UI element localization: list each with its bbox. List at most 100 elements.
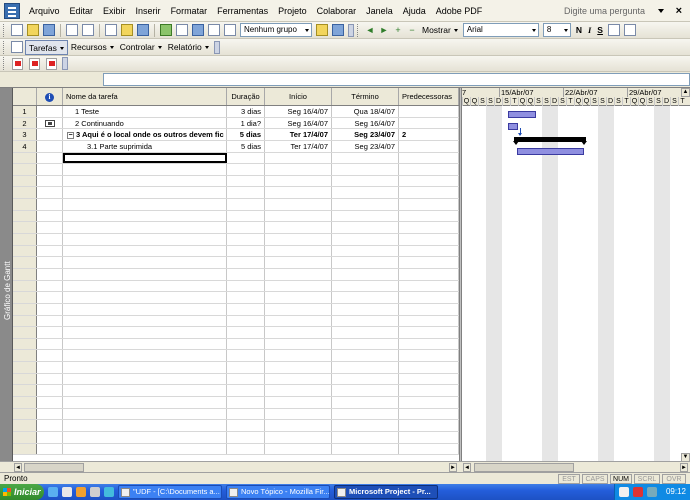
note-indicator-icon[interactable] <box>44 119 55 127</box>
empty-row[interactable] <box>13 245 459 258</box>
empty-cell[interactable] <box>227 175 265 187</box>
empty-row[interactable] <box>13 257 459 269</box>
empty-cell[interactable] <box>265 315 332 327</box>
toolbar-options-icon[interactable] <box>348 23 354 37</box>
empty-cell[interactable] <box>13 315 37 327</box>
start-cell[interactable]: Seg 16/4/07 <box>265 106 332 117</box>
split-task-icon[interactable] <box>192 24 204 36</box>
row-id[interactable]: 2 <box>13 117 37 129</box>
empty-cell[interactable] <box>13 210 37 222</box>
menu-editar[interactable]: Editar <box>65 0 99 22</box>
empty-cell[interactable] <box>332 257 399 268</box>
empty-cell[interactable] <box>37 210 63 222</box>
notes-icon[interactable] <box>224 24 236 36</box>
empty-cell[interactable] <box>227 268 265 280</box>
empty-cell[interactable] <box>63 338 227 350</box>
empty-cell[interactable] <box>13 350 37 362</box>
duration-cell[interactable]: 3 dias <box>227 106 265 117</box>
empty-cell[interactable] <box>13 338 37 350</box>
empty-cell[interactable] <box>37 292 63 303</box>
toolbar-grip[interactable] <box>357 23 360 37</box>
row-id[interactable]: 3 <box>13 129 37 140</box>
empty-cell[interactable] <box>63 385 227 397</box>
empty-cell[interactable] <box>265 397 332 408</box>
tray-icon[interactable] <box>633 487 643 497</box>
select-all-cell[interactable] <box>13 88 37 105</box>
empty-cell[interactable] <box>37 397 63 408</box>
task-bar-parte-suprimida[interactable] <box>517 148 584 155</box>
empty-cell[interactable] <box>63 187 227 199</box>
task-name-cell[interactable]: 2 Continuando <box>63 117 227 129</box>
duration-header[interactable]: Duração <box>227 88 265 105</box>
predecessors-cell[interactable]: 2 <box>399 129 459 140</box>
empty-cell[interactable] <box>399 385 459 397</box>
predecessors-cell[interactable] <box>399 140 459 152</box>
finish-header[interactable]: Término <box>332 88 399 105</box>
empty-cell[interactable] <box>37 373 63 385</box>
menu-inserir[interactable]: Inserir <box>131 0 166 22</box>
empty-cell[interactable] <box>13 373 37 385</box>
empty-cell[interactable] <box>63 280 227 292</box>
empty-cell[interactable] <box>37 245 63 257</box>
empty-row[interactable] <box>13 315 459 328</box>
toolbar-options-icon[interactable] <box>62 57 68 70</box>
show-dropdown[interactable]: Mostrar <box>419 23 461 38</box>
empty-cell[interactable] <box>399 222 459 234</box>
empty-cell[interactable] <box>37 327 63 338</box>
empty-row[interactable] <box>13 199 459 211</box>
minus-icon[interactable]: − <box>407 25 417 35</box>
empty-cell[interactable] <box>399 327 459 338</box>
link-icon[interactable] <box>176 24 188 36</box>
empty-cell[interactable] <box>265 431 332 443</box>
empty-cell[interactable] <box>37 222 63 234</box>
empty-cell[interactable] <box>13 303 37 315</box>
empty-row[interactable] <box>13 234 459 246</box>
empty-cell[interactable] <box>37 268 63 280</box>
arrow-left-icon[interactable]: ◄ <box>365 25 375 35</box>
start-header[interactable]: Início <box>265 88 332 105</box>
empty-cell[interactable] <box>332 420 399 431</box>
tray-icon[interactable] <box>647 487 657 497</box>
menu-adobe-pdf[interactable]: Adobe PDF <box>431 0 488 22</box>
empty-row[interactable] <box>13 303 459 316</box>
empty-row[interactable] <box>13 268 459 281</box>
empty-cell[interactable] <box>227 210 265 222</box>
empty-cell[interactable] <box>227 164 265 175</box>
timescale-header[interactable]: 7 15/Abr/07 22/Abr/07 29/Abr/07 QQSSDSTQ… <box>462 88 690 106</box>
firefox-icon[interactable] <box>76 487 86 497</box>
empty-row[interactable] <box>13 420 459 432</box>
font-combo[interactable]: Arial <box>462 23 539 37</box>
scroll-right-icon[interactable]: ► <box>680 463 688 472</box>
empty-cell[interactable] <box>399 315 459 327</box>
table-row[interactable]: 4 3.1 Parte suprimida 5 dias Ter 17/4/07… <box>13 140 459 153</box>
empty-cell[interactable] <box>13 385 37 397</box>
empty-cell[interactable] <box>227 431 265 443</box>
task-bar-teste[interactable] <box>508 111 536 118</box>
empty-cell[interactable] <box>63 222 227 234</box>
resources-dropdown[interactable]: Recursos <box>68 40 117 55</box>
empty-cell[interactable] <box>227 338 265 350</box>
print-icon[interactable] <box>66 24 78 36</box>
empty-cell[interactable] <box>37 338 63 350</box>
empty-cell[interactable] <box>37 431 63 443</box>
empty-cell[interactable] <box>332 362 399 373</box>
indicators-header[interactable]: i <box>37 88 63 105</box>
font-size-combo[interactable]: 8 <box>542 23 571 37</box>
empty-cell[interactable] <box>37 443 63 455</box>
empty-cell[interactable] <box>332 408 399 420</box>
task-name-cell[interactable]: −3 Aqui é o local onde os outros devem f… <box>63 129 227 140</box>
empty-cell[interactable] <box>399 280 459 292</box>
empty-cell[interactable] <box>227 385 265 397</box>
empty-cell[interactable] <box>265 443 332 455</box>
pdf-email-icon[interactable] <box>29 57 40 70</box>
empty-cell[interactable] <box>332 303 399 315</box>
empty-cell[interactable] <box>227 187 265 199</box>
table-row[interactable]: 1 1 Teste 3 dias Seg 16/4/07 Qua 18/4/07 <box>13 106 459 118</box>
print-preview-icon[interactable] <box>82 24 94 36</box>
predecessors-cell[interactable] <box>399 117 459 129</box>
empty-cell[interactable] <box>37 408 63 420</box>
empty-cell[interactable] <box>265 245 332 257</box>
empty-cell[interactable] <box>332 431 399 443</box>
empty-cell[interactable] <box>399 362 459 373</box>
empty-cell[interactable] <box>13 431 37 443</box>
